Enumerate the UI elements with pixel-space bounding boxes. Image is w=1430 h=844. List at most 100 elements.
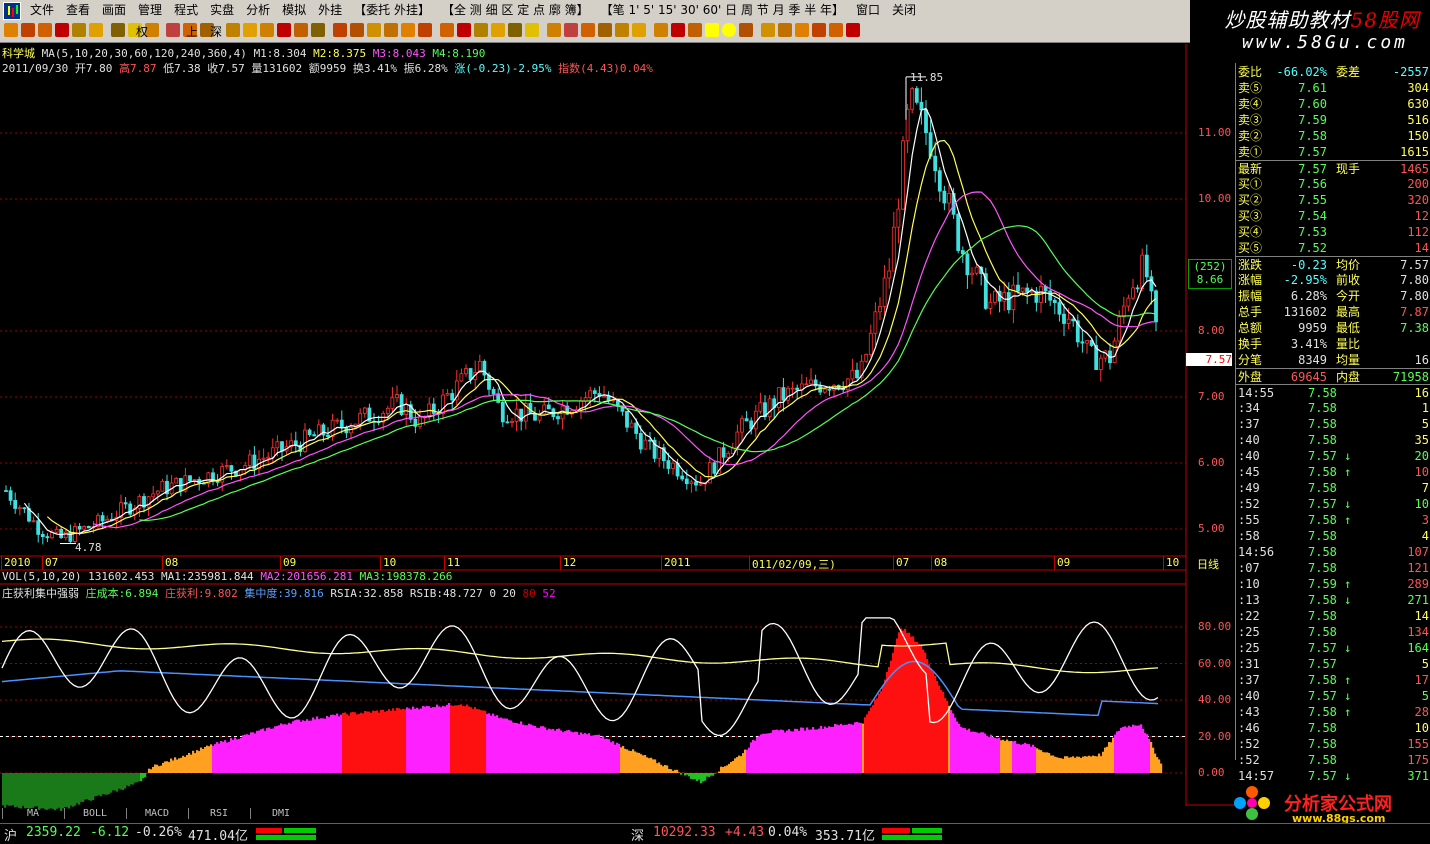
weight-button[interactable]: 权 — [136, 23, 148, 40]
toolbar-tool-icon[interactable] — [440, 23, 454, 37]
toolbar-tool-icon[interactable] — [21, 23, 35, 37]
menu-item-1[interactable]: 查看 — [60, 2, 96, 18]
toolbar-tool-icon[interactable] — [598, 23, 612, 37]
high-label: 11.85 — [910, 71, 943, 84]
toolbar-tool-icon[interactable] — [846, 23, 860, 37]
toolbar-tool-icon[interactable] — [333, 23, 347, 37]
quote-row: 卖①7.571615 — [1236, 144, 1430, 160]
toolbar-tool-icon[interactable] — [72, 23, 86, 37]
menu-item-0[interactable]: 文件 — [24, 2, 60, 18]
tab-dmi[interactable]: DMI — [250, 808, 311, 819]
toolbar-tool-icon[interactable] — [260, 23, 274, 37]
indicator-bar — [206, 746, 208, 773]
indicator-bar — [884, 680, 886, 773]
stat-label: 振幅 — [1238, 288, 1262, 304]
indicator-bar — [16, 773, 18, 807]
indicator-bar — [204, 747, 206, 773]
tab-boll[interactable]: BOLL — [64, 808, 125, 819]
toolbar-tool-icon[interactable] — [778, 23, 792, 37]
toolbar-tool-icon[interactable] — [491, 23, 505, 37]
indicator-bar — [678, 772, 680, 773]
toolbar-tool-icon[interactable] — [761, 23, 775, 37]
date-tick — [931, 556, 932, 570]
shanghai-button[interactable]: 上 — [186, 23, 198, 40]
sh-index: 2359.22 — [26, 825, 81, 840]
menu-item-10[interactable]: 【全 测 细 区 定 点 廓 簿】 — [436, 2, 595, 18]
stat-label: 涨幅 — [1238, 272, 1262, 288]
toolbar-tool-icon[interactable] — [508, 23, 522, 37]
toolbar-tool-icon[interactable] — [812, 23, 826, 37]
menu-item-13[interactable]: 关闭 — [886, 2, 922, 18]
toolbar-tool-icon[interactable] — [705, 23, 719, 37]
toolbar-tool-icon[interactable] — [547, 23, 561, 37]
indicator-bar — [322, 718, 324, 773]
indicator-bar — [352, 712, 354, 773]
toolbar-tool-icon[interactable] — [367, 23, 381, 37]
toolbar-tool-icon[interactable] — [350, 23, 364, 37]
toolbar-tool-icon[interactable] — [615, 23, 629, 37]
menu-item-3[interactable]: 管理 — [132, 2, 168, 18]
toolbar-tool-icon[interactable] — [384, 23, 398, 37]
menu-item-12[interactable]: 窗口 — [850, 2, 886, 18]
shenzhen-button[interactable]: 深 — [210, 23, 222, 40]
toolbar-tool-icon[interactable] — [401, 23, 415, 37]
toolbar-tool-icon[interactable] — [418, 23, 432, 37]
tick-time: :37 — [1238, 672, 1260, 688]
indicator-bar — [538, 728, 540, 773]
toolbar-tool-icon[interactable] — [739, 23, 753, 37]
menu-item-11[interactable]: 【笔 1' 5' 15' 30' 60' 日 周 节 月 季 半 年】 — [595, 2, 850, 18]
toolbar-tool-icon[interactable] — [111, 23, 125, 37]
toolbar-tool-icon[interactable] — [688, 23, 702, 37]
price-axis-label: 6.00 — [1198, 456, 1225, 469]
indicator-bar — [552, 729, 554, 773]
tab-macd[interactable]: MACD — [126, 808, 187, 819]
indicator-bar — [624, 749, 626, 773]
toolbar-tool-icon[interactable] — [226, 23, 240, 37]
indicator-bar — [686, 773, 688, 775]
buy-price: 7.54 — [1298, 208, 1327, 224]
menu-item-9[interactable]: 【委托 外挂】 — [348, 2, 436, 18]
toolbar-tool-icon[interactable] — [243, 23, 257, 37]
indicator-bar — [756, 737, 758, 773]
indicator-bar — [664, 765, 666, 773]
toolbar-tool-icon[interactable] — [474, 23, 488, 37]
menu-item-7[interactable]: 模拟 — [276, 2, 312, 18]
tab-rsi[interactable]: RSI — [188, 808, 249, 819]
quote-row: :527.58175 — [1236, 752, 1430, 768]
toolbar-tool-icon[interactable] — [277, 23, 291, 37]
buy-price: 7.53 — [1298, 224, 1327, 240]
toolbar-tool-icon[interactable] — [4, 23, 18, 37]
indicator-bar — [244, 735, 246, 773]
menu-item-2[interactable]: 画面 — [96, 2, 132, 18]
indicator-bar — [186, 755, 188, 773]
toolbar-tool-icon[interactable] — [795, 23, 809, 37]
toolbar-tool-icon[interactable] — [525, 23, 539, 37]
toolbar-tool-icon[interactable] — [166, 23, 180, 37]
period-label[interactable]: 日线 — [1197, 556, 1219, 572]
toolbar-tool-icon[interactable] — [829, 23, 843, 37]
indicator-bar — [396, 708, 398, 773]
toolbar-tool-icon[interactable] — [457, 23, 471, 37]
quote-row: 买⑤7.5214 — [1236, 240, 1430, 256]
toolbar-tool-icon[interactable] — [294, 23, 308, 37]
tab-ma[interactable]: MA — [2, 808, 63, 819]
indicator-bar — [558, 729, 560, 773]
menu-item-4[interactable]: 程式 — [168, 2, 204, 18]
sell-price: 7.61 — [1298, 80, 1327, 96]
indicator-bar — [780, 730, 782, 773]
menu-item-5[interactable]: 实盘 — [204, 2, 240, 18]
toolbar-tool-icon[interactable] — [632, 23, 646, 37]
toolbar-tool-icon[interactable] — [311, 23, 325, 37]
toolbar-tool-icon[interactable] — [654, 23, 668, 37]
toolbar-tool-icon[interactable] — [671, 23, 685, 37]
candle-body — [925, 110, 928, 133]
toolbar-tool-icon[interactable] — [38, 23, 52, 37]
toolbar-tool-icon[interactable] — [581, 23, 595, 37]
menu-item-8[interactable]: 外挂 — [312, 2, 348, 18]
toolbar-tool-icon[interactable] — [722, 23, 736, 37]
toolbar-tool-icon[interactable] — [564, 23, 578, 37]
candle-body — [469, 369, 472, 380]
toolbar-tool-icon[interactable] — [55, 23, 69, 37]
menu-item-6[interactable]: 分析 — [240, 2, 276, 18]
toolbar-tool-icon[interactable] — [89, 23, 103, 37]
